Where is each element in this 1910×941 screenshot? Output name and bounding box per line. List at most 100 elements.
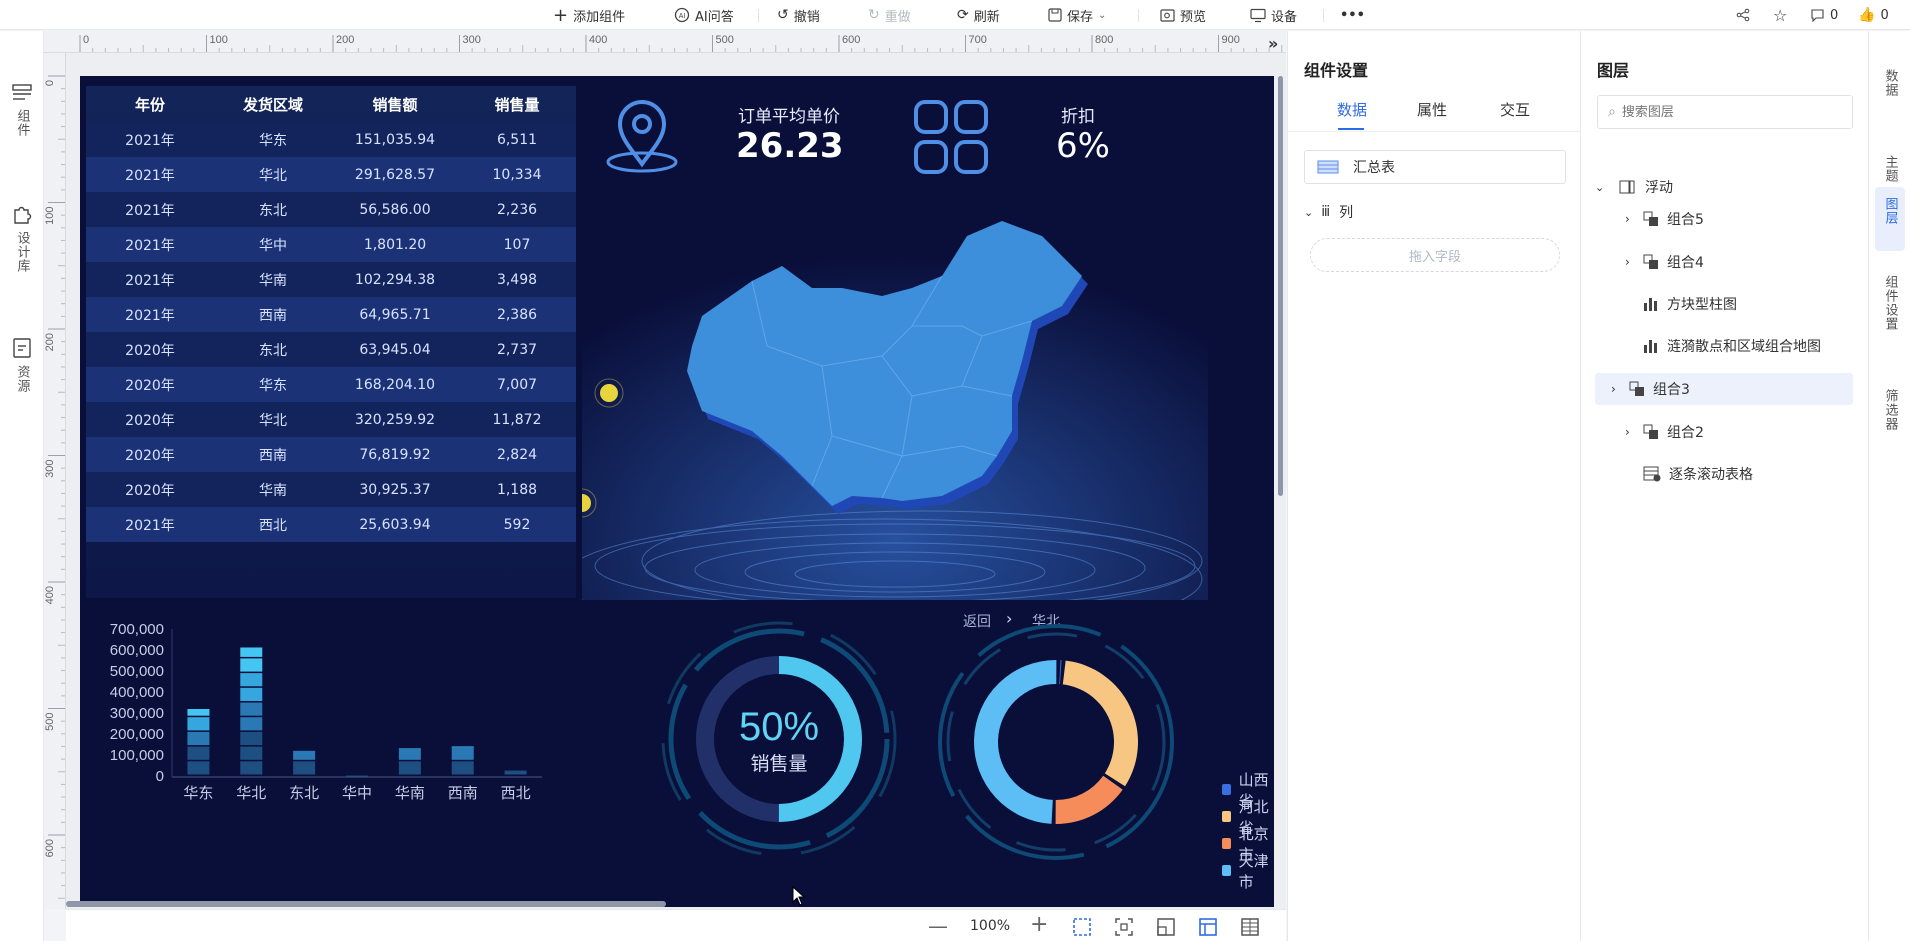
component-settings-tab[interactable]: 组件设置 xyxy=(1875,261,1905,359)
layer-item[interactable]: › 组合2 xyxy=(1595,416,1853,448)
layer-item[interactable]: 逐条滚动表格 xyxy=(1595,458,1853,490)
columns-section[interactable]: ⌄ ⅲ 列 xyxy=(1304,202,1353,222)
tab-interaction[interactable]: 交互 xyxy=(1500,99,1530,120)
donut-slice[interactable] xyxy=(1055,775,1123,824)
ruler-label: 900 xyxy=(1222,34,1240,46)
grid-toggle-icon[interactable] xyxy=(1240,917,1260,937)
x-tick-label: 华中 xyxy=(342,784,372,802)
resources-tab[interactable]: 资源 xyxy=(0,337,44,393)
bar-segment xyxy=(398,761,421,775)
filter-tab[interactable]: 筛选器 xyxy=(1875,381,1905,451)
preview-button[interactable]: 预览 xyxy=(1160,0,1206,30)
tab-data[interactable]: 数据 xyxy=(1337,99,1367,120)
legend-item[interactable]: 天津市 xyxy=(1222,852,1274,891)
comment-button[interactable]: 0 xyxy=(1810,0,1838,30)
collapse-ruler-icon[interactable]: » xyxy=(1268,34,1278,53)
favorite-button[interactable]: ☆ xyxy=(1773,0,1787,30)
save-button[interactable]: 保存 ⌄ xyxy=(1048,0,1106,30)
table-cell: 2021年 xyxy=(125,237,175,254)
table-cell: 2020年 xyxy=(125,377,175,394)
dataset-selector[interactable]: 汇总表 xyxy=(1304,150,1566,184)
vertical-ruler: 0 100 200 300 400 500 600 xyxy=(44,53,66,909)
layer-item[interactable]: › 组合5 xyxy=(1595,203,1853,235)
layers-tab[interactable]: 图层 xyxy=(1875,187,1905,251)
canvas-horizontal-scrollbar[interactable] xyxy=(66,901,666,907)
donut-legend: 山西省 河北省 北京市 天津市 xyxy=(1222,771,1274,891)
zoom-level[interactable]: 100% xyxy=(970,918,1010,934)
table-row: 2021年 西南 64,965.71 2,386 xyxy=(86,297,576,332)
table-cell: 东北 xyxy=(259,342,287,359)
table-cell: 1,801.20 xyxy=(363,236,427,253)
ruler-label: 200 xyxy=(336,34,354,46)
refresh-button[interactable]: ⟳ 刷新 xyxy=(957,0,1000,30)
device-button[interactable]: 设备 xyxy=(1250,0,1297,30)
bar[interactable] xyxy=(398,748,421,775)
province-donut[interactable] xyxy=(932,618,1180,866)
fit-screen-icon[interactable] xyxy=(1114,917,1134,937)
ruler-label: 600 xyxy=(44,839,56,857)
drop-field-zone[interactable]: 拖入字段 xyxy=(1310,238,1560,272)
toolbar-divider xyxy=(758,9,759,22)
table-cell: 30,925.37 xyxy=(359,481,431,498)
panel-layout-icon[interactable] xyxy=(1198,917,1218,937)
bar-chart-icon xyxy=(1644,298,1657,311)
y-tick-label: 700,000 xyxy=(110,621,164,638)
sales-gauge-donut[interactable]: 50% 销售量 xyxy=(660,620,898,858)
right-rail: 数据 主题 图层 组件设置 筛选器 xyxy=(1868,31,1910,941)
share-button[interactable] xyxy=(1736,0,1750,30)
like-button[interactable]: 👍 0 xyxy=(1858,0,1889,30)
ai-qa-button[interactable]: AI AI问答 xyxy=(674,0,734,30)
bar-segment xyxy=(187,731,210,746)
fit-selection-icon[interactable] xyxy=(1072,917,1092,937)
donut-slice[interactable] xyxy=(1059,660,1062,685)
layer-search-input[interactable] xyxy=(1621,104,1822,120)
bar[interactable] xyxy=(240,647,263,775)
zoom-out-button[interactable]: — xyxy=(928,914,948,938)
layer-item[interactable]: 方块型柱图 xyxy=(1595,288,1853,320)
bar[interactable] xyxy=(346,775,368,777)
table-cell: 2,737 xyxy=(496,341,538,358)
china-map[interactable] xyxy=(582,196,1208,600)
canvas-vertical-scrollbar[interactable] xyxy=(1278,76,1283,496)
zoom-in-button[interactable]: + xyxy=(1030,912,1048,937)
ruler-label: 500 xyxy=(716,34,734,46)
layer-item-selected[interactable]: › 组合3 xyxy=(1595,373,1853,405)
bar-segment xyxy=(240,717,263,731)
layers-title: 图层 xyxy=(1597,61,1630,80)
design-library-tab[interactable]: 设计库 xyxy=(0,203,44,273)
bar[interactable] xyxy=(451,746,474,775)
bar-segment xyxy=(451,746,474,748)
donut-slice[interactable] xyxy=(974,660,1057,824)
undo-button[interactable]: ↺ 撤销 xyxy=(777,0,820,30)
legend-swatch xyxy=(1222,811,1231,822)
gauge-center-value: 50% xyxy=(739,705,819,749)
data-tab[interactable]: 数据 xyxy=(1875,69,1905,137)
donut-slice[interactable] xyxy=(1062,660,1138,787)
table-row: 2020年 东北 63,945.04 2,737 xyxy=(86,332,576,367)
tab-properties[interactable]: 属性 xyxy=(1417,99,1447,120)
layer-search[interactable]: ⌕ xyxy=(1597,95,1853,129)
x-tick-label: 西北 xyxy=(501,784,531,802)
chevron-right-icon: › xyxy=(1625,425,1630,439)
table-cell: 华东 xyxy=(259,132,287,149)
layout-icon[interactable] xyxy=(1156,917,1176,937)
layer-item[interactable]: 涟漪散点和区域组合地图 xyxy=(1595,330,1853,362)
redo-button[interactable]: ↻ 重做 xyxy=(868,0,911,30)
bar-segment xyxy=(187,761,210,775)
group-icon xyxy=(1629,381,1644,396)
layer-item[interactable]: › 组合4 xyxy=(1595,246,1853,278)
bar-segment xyxy=(451,761,474,775)
bar[interactable] xyxy=(187,709,210,775)
add-component-button[interactable]: + 添加组件 xyxy=(553,0,625,30)
table-row: 2021年 东北 56,586.00 2,236 xyxy=(86,192,576,227)
table-header-cell: 年份 xyxy=(134,95,165,114)
table-cell: 2020年 xyxy=(125,447,175,464)
layer-root[interactable]: ⌄ 浮动 xyxy=(1595,171,1853,203)
components-tab[interactable]: 组件 xyxy=(0,83,44,137)
bar[interactable] xyxy=(504,770,527,775)
ruler-label: 800 xyxy=(1095,34,1113,46)
bar[interactable] xyxy=(293,750,316,775)
more-button[interactable]: ••• xyxy=(1340,0,1365,30)
scrolling-table[interactable]: 年份 发货区域 销售额 销售量 2021年 华东 151,035.94 6,511 20… xyxy=(86,86,576,598)
bar-chart[interactable]: 0 100,000 200,000 300,000 400,000 500,000 600,… xyxy=(80,604,580,804)
